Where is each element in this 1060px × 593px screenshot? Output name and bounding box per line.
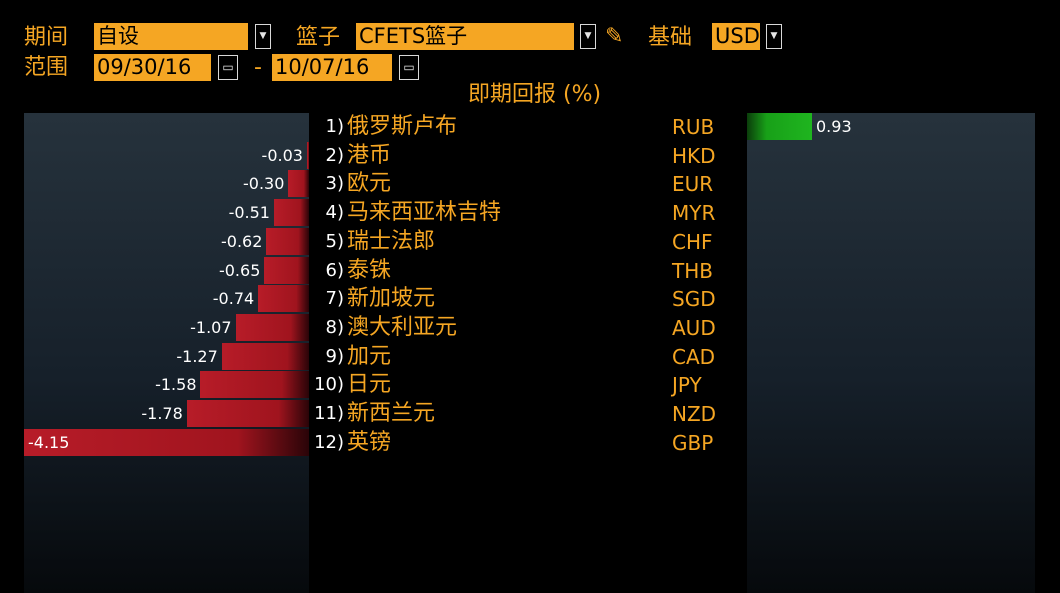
row-rank: 1) [325, 116, 344, 137]
currency-name[interactable]: 日元 [347, 371, 391, 399]
currency-row[interactable]: -0.62 5) 瑞士法郎 CHF [0, 228, 1060, 256]
currency-code: HKD [672, 144, 716, 168]
currency-row[interactable]: -0.03 2) 港币 HKD [0, 142, 1060, 170]
negative-bar [221, 343, 309, 370]
currency-name[interactable]: 马来西亚林吉特 [347, 199, 501, 227]
row-rank: 11) [314, 403, 344, 424]
row-rank: 2) [325, 145, 344, 166]
positive-bar [747, 113, 812, 140]
bar-value-label: -4.15 [28, 433, 70, 452]
row-rank: 6) [325, 260, 344, 281]
bar-value-label: -0.65 [218, 261, 261, 280]
row-rank: 4) [325, 202, 344, 223]
negative-bar [186, 400, 309, 427]
basket-label: 篮子 [296, 25, 341, 50]
currency-name[interactable]: 俄罗斯卢布 [347, 113, 457, 141]
period-dropdown-arrow-icon[interactable]: ▼ [255, 24, 271, 49]
row-rank: 3) [325, 173, 344, 194]
period-label: 期间 [24, 25, 69, 50]
currency-code: CAD [672, 345, 716, 369]
currency-row[interactable]: -0.74 7) 新加坡元 SGD [0, 285, 1060, 313]
base-label: 基础 [648, 25, 693, 50]
negative-bar [235, 314, 309, 341]
bar-value-label: -1.58 [155, 375, 197, 394]
currency-code: EUR [672, 172, 714, 196]
row-rank: 12) [314, 432, 344, 453]
row-rank: 10) [314, 374, 344, 395]
currency-name[interactable]: 新加坡元 [347, 285, 435, 313]
currency-row[interactable]: 0.93 1) 俄罗斯卢布 RUB [0, 113, 1060, 141]
pencil-icon[interactable]: ✎ [605, 24, 623, 50]
bar-value-label: -0.74 [212, 289, 255, 308]
currency-name[interactable]: 新西兰元 [347, 400, 435, 428]
bar-value-label: -1.07 [190, 318, 232, 337]
negative-bar [266, 228, 309, 255]
currency-name[interactable]: 英镑 [347, 429, 391, 457]
bar-value-label: -0.03 [261, 146, 303, 165]
currency-code: JPY [672, 373, 702, 397]
currency-row[interactable]: -1.27 9) 加元 CAD [0, 343, 1060, 371]
currency-name[interactable]: 泰铢 [347, 257, 391, 285]
currency-code: RUB [672, 115, 715, 139]
bar-value-label: -1.27 [176, 347, 218, 366]
bar-value-label: -0.51 [228, 203, 270, 222]
bar-value-label: -1.78 [141, 404, 183, 423]
negative-bar [273, 199, 309, 226]
start-date-field[interactable]: 09/30/16 [94, 54, 211, 81]
currency-row[interactable]: -0.51 4) 马来西亚林吉特 MYR [0, 199, 1060, 227]
date-separator: - [254, 55, 262, 80]
base-currency-select[interactable]: USD [712, 23, 760, 50]
currency-code: SGD [672, 287, 716, 311]
period-select[interactable]: 自设 [94, 23, 248, 50]
start-calendar-icon[interactable]: ▭ [218, 55, 238, 80]
currency-code: MYR [672, 201, 716, 225]
currency-name[interactable]: 瑞士法郎 [347, 228, 435, 256]
basket-select[interactable]: CFETS篮子 [356, 23, 574, 50]
bar-value-label: -0.62 [221, 232, 263, 251]
currency-row[interactable]: -0.65 6) 泰铢 THB [0, 257, 1060, 285]
row-rank: 5) [325, 231, 344, 252]
currency-name[interactable]: 澳大利亚元 [347, 314, 457, 342]
currency-name[interactable]: 欧元 [347, 170, 391, 198]
chart-title: 即期回报 (%) [468, 82, 602, 107]
end-calendar-icon[interactable]: ▭ [399, 55, 419, 80]
currency-code: THB [672, 259, 713, 283]
bar-value-label: -0.30 [243, 174, 285, 193]
currency-code: NZD [672, 402, 717, 426]
bar-value-label: 0.93 [816, 117, 852, 136]
currency-code: AUD [672, 316, 716, 340]
negative-bar [200, 371, 309, 398]
base-dropdown-arrow-icon[interactable]: ▼ [766, 24, 782, 49]
currency-row[interactable]: -0.30 3) 欧元 EUR [0, 170, 1060, 198]
currency-row[interactable]: -1.58 10) 日元 JPY [0, 371, 1060, 399]
negative-bar [258, 285, 309, 312]
end-date-field[interactable]: 10/07/16 [272, 54, 392, 81]
row-rank: 8) [325, 317, 344, 338]
currency-code: CHF [672, 230, 713, 254]
currency-row[interactable]: -1.78 11) 新西兰元 NZD [0, 400, 1060, 428]
currency-name[interactable]: 加元 [347, 343, 391, 371]
range-label: 范围 [24, 55, 69, 80]
currency-name[interactable]: 港币 [347, 142, 391, 170]
basket-dropdown-arrow-icon[interactable]: ▼ [580, 24, 596, 49]
row-rank: 9) [325, 346, 344, 367]
currency-code: GBP [672, 431, 714, 455]
negative-bar [288, 170, 309, 197]
currency-row[interactable]: -4.15 12) 英镑 GBP [0, 429, 1060, 457]
currency-row[interactable]: -1.07 8) 澳大利亚元 AUD [0, 314, 1060, 342]
row-rank: 7) [325, 288, 344, 309]
negative-bar [264, 257, 309, 284]
negative-bar [306, 142, 309, 169]
